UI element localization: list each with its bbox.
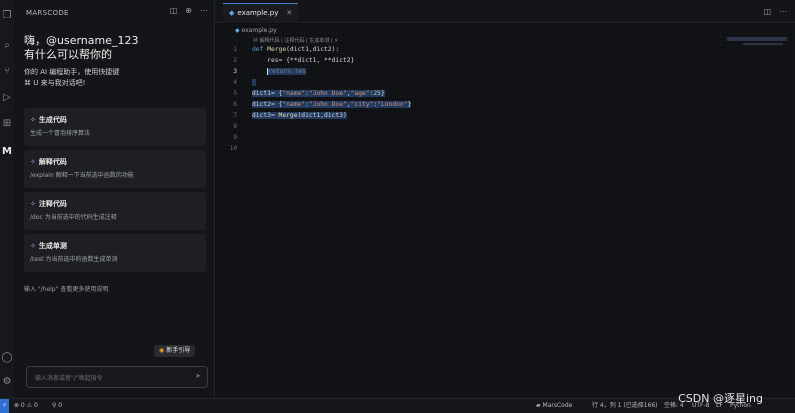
- card-title: 注释代码: [38, 200, 67, 208]
- code-line: dict3= Merge(dict1,dict3): [252, 112, 347, 119]
- card-title: 生成代码: [38, 116, 67, 124]
- sparkle-icon: ✧: [30, 116, 36, 124]
- marscode-status[interactable]: ▰ MarsCode: [536, 399, 572, 413]
- code-line: res= {**dict1, **dict2}: [252, 57, 355, 64]
- suggestion-card-doc[interactable]: ✧ 注释代码 /doc 为当前选中的代码生成注释: [24, 192, 206, 230]
- new-chat-icon[interactable]: ⊕: [185, 6, 192, 15]
- code-line: dict1= {"name":"John Doe","age":25}: [252, 90, 385, 97]
- line-number: 3: [233, 68, 237, 75]
- code-line: [252, 79, 256, 86]
- breadcrumb[interactable]: ◆ example.py: [235, 27, 277, 34]
- panel-title: MARSCODE: [26, 9, 69, 17]
- minimap-line: [743, 43, 783, 45]
- line-number: 7: [233, 112, 237, 119]
- code-line: dict2= {"name":"John Doe","city":"London…: [252, 101, 412, 108]
- suggestion-card-generate[interactable]: ✧ 生成代码 生成一个冒泡排序算法: [24, 108, 206, 146]
- tab-example-py[interactable]: ◆ example.py ✕: [223, 3, 299, 23]
- run-debug-icon[interactable]: ▷: [0, 92, 14, 104]
- panel-actions: ◫ ⊕ ⋯: [162, 6, 208, 15]
- code-editor[interactable]: ◆ example.py Ⓜ 解释代码 | 注释代码 | 生成单测 | × 1 …: [215, 23, 795, 398]
- breadcrumb-file: example.py: [241, 27, 277, 34]
- line-number: 6: [233, 101, 237, 108]
- line-number: 2: [233, 57, 237, 64]
- card-desc: /doc 为当前选中的代码生成注释: [30, 214, 117, 221]
- remote-indicator[interactable]: ⚡: [0, 399, 9, 413]
- code-line: return res: [267, 68, 307, 75]
- settings-gear-icon[interactable]: ⚙: [0, 376, 14, 388]
- editor-actions: ◫ ⋯: [755, 7, 787, 16]
- code-line: def Merge(dict1,dict2):: [252, 46, 340, 53]
- codelens-actions[interactable]: Ⓜ 解释代码 | 注释代码 | 生成单测 | ×: [253, 37, 338, 44]
- watermark-text: CSDN @逐星ing: [678, 392, 763, 405]
- marscode-status-label: MarsCode: [542, 402, 573, 409]
- more-actions-icon[interactable]: ⋯: [779, 7, 787, 16]
- chat-input-box: ➤: [26, 366, 208, 388]
- activity-bar: ❐ ⌕ ⑂ ▷ ⊞ M ◯ ⚙: [0, 0, 15, 398]
- marscode-icon[interactable]: M: [0, 146, 14, 158]
- more-icon[interactable]: ⋯: [200, 6, 208, 15]
- explorer-icon[interactable]: ❐: [0, 10, 14, 22]
- help-hint: 输入 "/help" 查看更多使用说明: [24, 286, 109, 293]
- send-icon[interactable]: ➤: [195, 372, 201, 380]
- python-file-icon: ◆: [229, 9, 235, 17]
- cursor-position[interactable]: 行 4，列 1 (已选择166): [592, 399, 658, 413]
- status-bar: ⚡ ⊗ 0 ⚠ 0 ⚲ 0 ▰ MarsCode 行 4，列 1 (已选择166…: [0, 398, 795, 413]
- source-control-icon[interactable]: ⑂: [0, 66, 14, 78]
- greeting-subtitle: 有什么可以帮你的: [24, 48, 112, 61]
- card-desc: /test 为当前选中的函数生成单测: [30, 256, 118, 263]
- line-number: 8: [233, 123, 237, 130]
- minimap-slider[interactable]: [727, 37, 787, 41]
- tab-label: example.py: [237, 9, 279, 17]
- assistant-description: 你的 AI 编程助手，使用快捷键: [24, 68, 120, 76]
- search-icon[interactable]: ⌕: [0, 40, 14, 52]
- editor-tab-bar: ◆ example.py ✕ ◫ ⋯: [215, 0, 795, 23]
- history-icon[interactable]: ◫: [170, 6, 178, 15]
- ports-indicator[interactable]: ⚲ 0: [52, 399, 62, 413]
- chat-input[interactable]: [33, 371, 187, 385]
- line-number: 9: [233, 134, 237, 141]
- card-desc: 生成一个冒泡排序算法: [30, 130, 91, 137]
- problems-indicator[interactable]: ⊗ 0 ⚠ 0: [14, 399, 38, 413]
- guide-button[interactable]: ◉ 新手引导: [154, 345, 196, 357]
- guide-icon: ◉: [159, 347, 165, 354]
- sparkle-icon: ✧: [30, 200, 36, 208]
- card-desc: /explain 解释一下当前选中函数的功能: [30, 172, 134, 179]
- card-title: 生成单测: [38, 242, 67, 250]
- line-number: 1: [233, 46, 237, 53]
- suggestion-card-test[interactable]: ✧ 生成单测 /test 为当前选中的函数生成单测: [24, 234, 206, 272]
- line-number: 10: [229, 145, 237, 152]
- suggestion-card-explain[interactable]: ✧ 解释代码 /explain 解释一下当前选中函数的功能: [24, 150, 206, 188]
- line-number: 4: [233, 79, 237, 86]
- sparkle-icon: ✧: [30, 158, 36, 166]
- extensions-icon[interactable]: ⊞: [0, 118, 14, 130]
- assistant-shortcut: ⌘ U 来与我对话吧!: [24, 79, 86, 87]
- close-tab-icon[interactable]: ✕: [286, 9, 292, 17]
- marscode-panel: MARSCODE ◫ ⊕ ⋯ 嗨，@username_123 有什么可以帮你的 你的…: [14, 0, 215, 398]
- split-editor-icon[interactable]: ◫: [763, 7, 771, 16]
- account-icon[interactable]: ◯: [0, 352, 14, 364]
- card-title: 解释代码: [38, 158, 67, 166]
- line-number: 5: [233, 90, 237, 97]
- sparkle-icon: ✧: [30, 242, 36, 250]
- guide-label: 新手引导: [166, 347, 191, 354]
